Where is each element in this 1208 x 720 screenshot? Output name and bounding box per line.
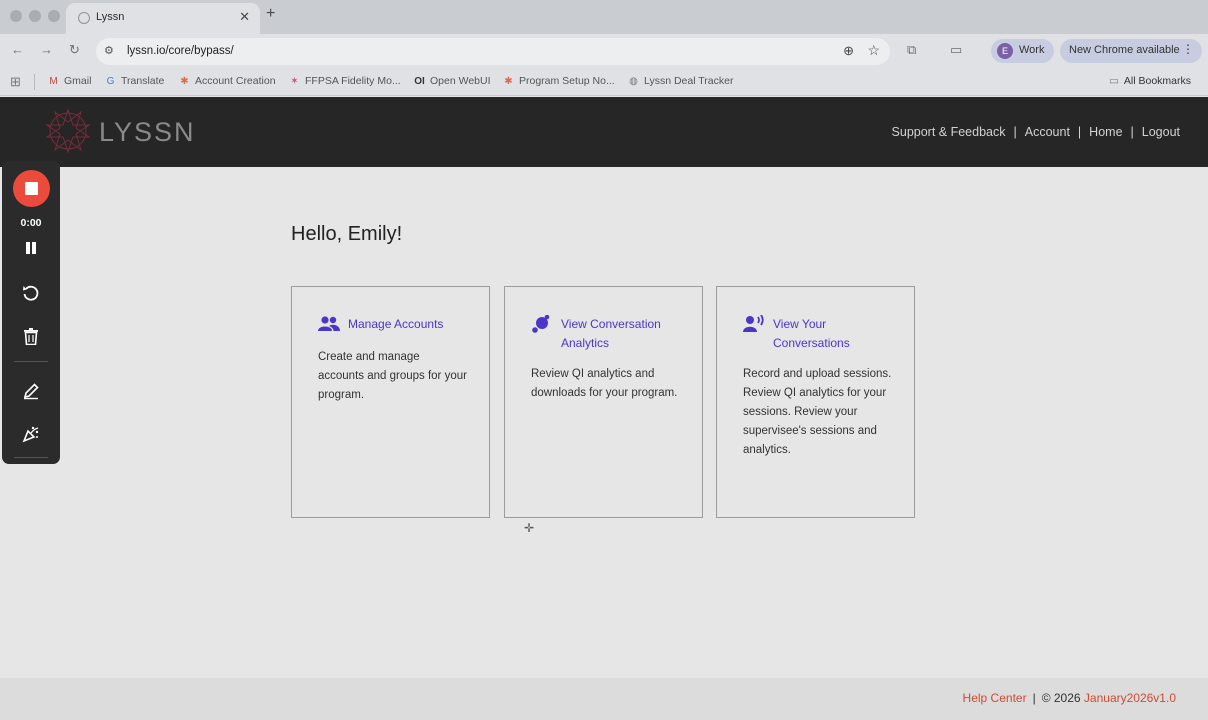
chrome-update-button[interactable]: New Chrome available ⋮ — [1060, 39, 1202, 63]
card-description: Record and upload sessions. Review QI an… — [743, 368, 892, 456]
nav-separator: | — [1077, 125, 1082, 139]
tab-loading-icon — [78, 12, 90, 24]
card-title[interactable]: View Your Conversations — [773, 315, 903, 353]
extensions-icon[interactable]: ⧉ — [907, 42, 916, 58]
main-content: Hello, Emily! Manage Accounts Create and… — [0, 167, 1208, 678]
copyright-text: © 2026 — [1041, 691, 1081, 705]
forward-arrow-icon[interactable]: → — [40, 42, 53, 57]
bookmark-star-icon[interactable]: ☆ — [867, 42, 880, 59]
speaking-person-icon — [743, 315, 764, 332]
hubspot-icon: ✱ — [504, 76, 513, 87]
site-header: LYSSN Support & Feedback | Account | Home | Lo… — [0, 97, 1208, 167]
all-bookmarks-button[interactable]: ▭ All Bookmarks — [1109, 75, 1191, 87]
site-footer: Help Center | © 2026 January2026v1.0 — [0, 678, 1208, 720]
delete-recording-button[interactable] — [2, 328, 60, 350]
profile-label: Work — [1019, 44, 1045, 56]
nav-account[interactable]: Account — [1025, 125, 1070, 139]
site-settings-icon[interactable]: ⚙ — [104, 44, 114, 57]
crosshair-cursor-icon: ✛ — [524, 521, 535, 535]
bookmark-gmail[interactable]: M Gmail — [47, 75, 91, 87]
version-link[interactable]: January2026v1.0 — [1084, 691, 1176, 705]
card-description: Review QI analytics and downloads for yo… — [531, 368, 678, 399]
analytics-dots-icon — [532, 315, 550, 333]
card-view-your-conversations[interactable]: View Your Conversations Record and uploa… — [716, 286, 915, 518]
footer-links: Help Center | © 2026 January2026v1.0 — [963, 691, 1176, 705]
zoom-icon[interactable]: ⊕ — [843, 43, 854, 59]
new-tab-button[interactable]: + — [266, 5, 275, 23]
card-title[interactable]: View Conversation Analytics — [561, 315, 691, 353]
bookmark-ffpsa[interactable]: ✶ FFPSA Fidelity Mo... — [288, 75, 400, 87]
restart-button[interactable] — [2, 284, 60, 307]
gmail-icon: M — [49, 76, 58, 87]
apps-grid-icon[interactable]: ⊞ — [10, 74, 21, 90]
openwebui-icon: OI — [414, 76, 425, 87]
bookmark-program-setup[interactable]: ✱ Program Setup No... — [502, 75, 614, 87]
bookmark-open-webui[interactable]: OI Open WebUI — [413, 75, 490, 87]
card-view-conversation-analytics[interactable]: View Conversation Analytics Review QI an… — [504, 286, 703, 518]
profile-avatar: E — [997, 43, 1013, 59]
hubspot-icon: ✱ — [180, 76, 189, 87]
translate-icon: G — [106, 76, 115, 87]
update-label: New Chrome available — [1069, 44, 1180, 56]
browser-toolbar: ← → ↻ ⚙ lyssn.io/core/bypass/ ⊕ ☆ ⧉ ▭ E … — [0, 34, 1208, 68]
help-center-link[interactable]: Help Center — [963, 691, 1027, 705]
nav-separator: | — [1130, 125, 1134, 139]
draw-button[interactable] — [2, 382, 60, 405]
bookmarks-divider — [34, 74, 35, 90]
folder-icon: ▭ — [1108, 75, 1119, 87]
card-manage-accounts[interactable]: Manage Accounts Create and manage accoun… — [291, 286, 490, 518]
card-title[interactable]: Manage Accounts — [348, 315, 478, 334]
screen-recorder-panel: 0:00 — [2, 161, 60, 464]
nav-home[interactable]: Home — [1089, 125, 1122, 139]
reload-icon[interactable]: ↻ — [69, 42, 80, 58]
bookmark-account-creation[interactable]: ✱ Account Creation — [178, 75, 275, 87]
address-url[interactable]: lyssn.io/core/bypass/ — [127, 45, 234, 57]
trash-icon — [24, 328, 38, 346]
window-minimize-button[interactable] — [29, 10, 41, 22]
confetti-icon — [22, 426, 39, 443]
tab-close-icon[interactable]: ✕ — [239, 9, 250, 25]
lyssn-logo-icon — [45, 108, 91, 154]
tab-search-icon[interactable]: ▭ — [950, 42, 962, 58]
pencil-icon — [23, 383, 39, 400]
footer-separator: | — [1032, 691, 1036, 705]
users-icon — [318, 316, 340, 331]
top-navigation: Support & Feedback | Account | Home | Logout — [892, 125, 1180, 139]
stop-icon — [25, 182, 38, 195]
address-bar[interactable]: ⚙ lyssn.io/core/bypass/ ⊕ ☆ — [96, 38, 890, 65]
browser-tab-strip: Lyssn ✕ + — [0, 0, 1208, 34]
site-logo-text[interactable]: LYSSN — [99, 117, 196, 148]
browser-tab[interactable]: Lyssn ✕ — [66, 3, 260, 34]
recording-timer: 0:00 — [20, 217, 42, 229]
window-maximize-button[interactable] — [48, 10, 60, 22]
tab-title: Lyssn — [96, 11, 125, 23]
pause-button[interactable] — [2, 241, 60, 260]
window-close-button[interactable] — [10, 10, 22, 22]
nav-logout[interactable]: Logout — [1142, 125, 1180, 139]
globe-icon: ◍ — [629, 76, 638, 87]
card-description: Create and manage accounts and groups fo… — [318, 351, 467, 401]
recorder-divider — [14, 457, 48, 458]
back-arrow-icon[interactable]: ← — [11, 42, 24, 57]
bookmark-translate[interactable]: G Translate — [104, 75, 165, 87]
bookmarks-bar: ⊞ M Gmail G Translate ✱ Account Creation ✶ F… — [0, 68, 1208, 96]
restart-icon — [23, 285, 39, 301]
bookmark-deal-tracker[interactable]: ◍ Lyssn Deal Tracker — [627, 75, 733, 87]
pause-icon — [26, 242, 36, 254]
profile-button[interactable]: E Work — [991, 39, 1054, 63]
nav-support-feedback[interactable]: Support & Feedback — [892, 125, 1006, 139]
page-greeting: Hello, Emily! — [291, 223, 403, 245]
stop-recording-button[interactable] — [13, 170, 50, 207]
effects-button[interactable] — [2, 425, 60, 448]
recorder-divider — [14, 361, 48, 362]
kebab-menu-icon[interactable]: ⋮ — [1182, 42, 1194, 56]
nav-separator: | — [1013, 125, 1017, 139]
pinwheel-icon: ✶ — [290, 76, 299, 87]
